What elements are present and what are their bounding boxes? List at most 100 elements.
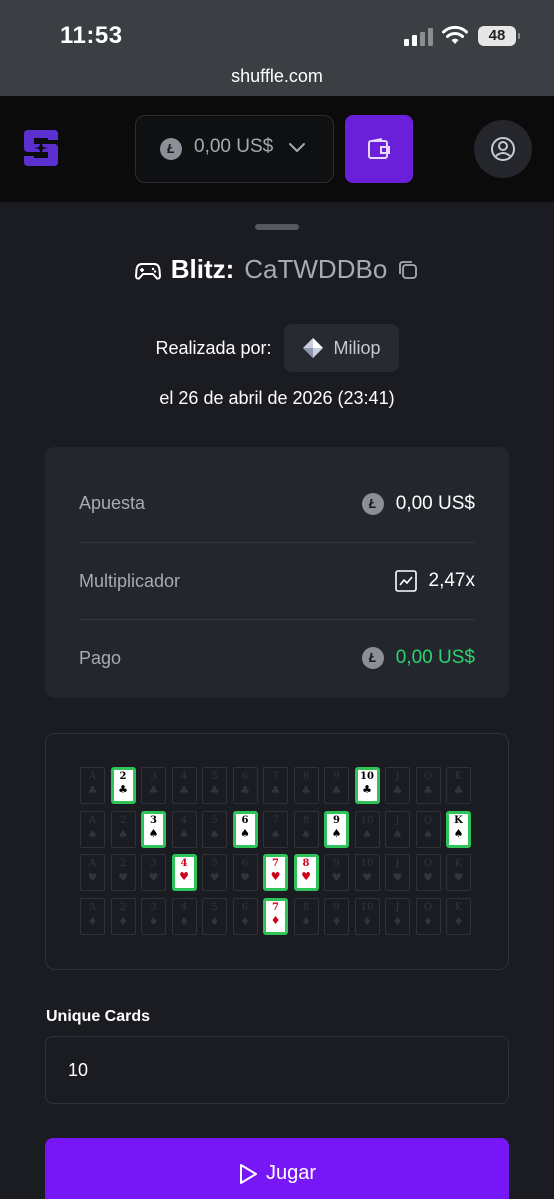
card-suit-icon: ♠ <box>87 827 98 841</box>
playing-card: 9 ♥ <box>324 854 349 891</box>
card-suit-icon: ♥ <box>362 871 372 884</box>
card-suit-icon: ♣ <box>301 784 311 797</box>
playing-card: 3 ♣ <box>141 767 166 804</box>
card-rank: 6 <box>241 901 249 913</box>
bet-id: CaTWDDBo <box>244 254 388 284</box>
playing-card: 6 ♦ <box>232 897 258 935</box>
card-rank: J <box>395 901 400 913</box>
card-rank: J <box>395 814 400 826</box>
card-suit-icon: ♦ <box>240 914 250 928</box>
card-rank: 7 <box>272 901 279 913</box>
stat-label: Multiplicador <box>79 570 181 591</box>
card-suit-icon: ♥ <box>392 871 403 884</box>
card-suit-icon: ♠ <box>331 826 342 840</box>
card-rank: 10 <box>360 771 374 782</box>
playing-card-selected: 9 ♠ <box>324 810 349 848</box>
playing-card: J ♥ <box>385 854 410 891</box>
card-suit-icon: ♥ <box>453 871 464 884</box>
unique-cards-label: Unique Cards <box>46 1008 151 1025</box>
card-suit-icon: ♣ <box>392 784 403 797</box>
card-suit-icon: ♠ <box>209 827 220 841</box>
card-suit-icon: ♣ <box>209 784 220 797</box>
playing-card: 3 ♦ <box>141 897 166 935</box>
account-button[interactable] <box>474 120 532 178</box>
card-suit-icon: ♣ <box>362 783 372 796</box>
playing-card: K ♣ <box>446 767 471 804</box>
card-rank: 6 <box>241 771 249 782</box>
status-bar: 11:53 48 <box>0 0 554 60</box>
play-button-label: Jugar <box>265 1162 317 1184</box>
card-rank: 7 <box>272 858 279 869</box>
playing-card-selected: 2 ♣ <box>110 767 136 804</box>
card-suit-icon: ♦ <box>148 914 159 928</box>
card-rank: 2 <box>119 901 127 913</box>
app-header: Ł 0,00 US$ <box>0 96 554 202</box>
playing-card: 8 ♦ <box>293 897 319 935</box>
playing-card: Q ♦ <box>415 897 441 935</box>
playing-card: 5 ♣ <box>202 767 227 804</box>
card-suit-icon: ♦ <box>453 914 464 928</box>
card-rank: A <box>88 814 97 826</box>
user-chip[interactable]: Miliop <box>283 324 399 372</box>
card-rank: 5 <box>211 771 218 782</box>
playing-card: 8 ♠ <box>293 810 319 848</box>
sheet-drag-handle[interactable] <box>255 224 299 230</box>
balance-selector[interactable]: Ł 0,00 US$ <box>135 115 334 183</box>
card-suit-icon: ♦ <box>270 913 281 927</box>
chevron-down-icon <box>289 143 305 152</box>
unique-cards-input[interactable] <box>45 1036 509 1104</box>
card-rank: 4 <box>180 814 188 826</box>
playing-card: A ♣ <box>80 767 105 804</box>
card-suit-icon: ♣ <box>87 784 98 797</box>
card-rank: Q <box>423 814 433 826</box>
card-suit-icon: ♣ <box>423 784 433 797</box>
card-suit-icon: ♥ <box>301 870 311 883</box>
card-suit-icon: ♣ <box>270 784 281 797</box>
card-rank: A <box>88 771 97 782</box>
playing-card: 9 ♦ <box>324 897 349 935</box>
shuffle-logo-icon[interactable] <box>22 128 60 168</box>
playing-card-selected: 10 ♣ <box>354 767 380 804</box>
card-rank: 9 <box>333 814 340 826</box>
card-suit-icon: ♠ <box>301 827 311 841</box>
playing-card: Q ♥ <box>415 854 441 891</box>
playing-card: K ♥ <box>446 854 471 891</box>
card-suit-icon: ♦ <box>301 914 311 928</box>
wallet-button[interactable] <box>345 115 413 183</box>
card-rank: 7 <box>272 771 279 782</box>
card-rank: 5 <box>211 858 218 869</box>
browser-url-bar[interactable]: shuffle.com <box>0 60 554 96</box>
card-suit-icon: ♦ <box>87 914 98 928</box>
card-rank: A <box>88 901 97 913</box>
copy-icon[interactable] <box>397 259 419 281</box>
play-button[interactable]: Jugar <box>45 1138 509 1199</box>
card-rank: 4 <box>180 901 188 913</box>
playing-card: 4 ♣ <box>171 767 197 804</box>
card-rank: 8 <box>302 814 310 826</box>
card-rank: 3 <box>150 858 157 869</box>
playing-card-selected: K ♠ <box>446 810 471 848</box>
playing-card-selected: 3 ♠ <box>141 810 166 848</box>
card-rank: 9 <box>333 901 340 913</box>
user-icon <box>491 137 515 161</box>
bet-amount: 0,00 US$ <box>395 492 475 514</box>
litecoin-icon: Ł <box>361 647 384 669</box>
card-rank: 8 <box>302 901 310 913</box>
wifi-icon <box>442 25 468 44</box>
card-rank: K <box>454 814 463 826</box>
card-rank: 9 <box>333 771 340 782</box>
playing-card-selected: 8 ♥ <box>293 854 319 891</box>
playing-card: Q ♣ <box>415 767 441 804</box>
card-rank: 9 <box>333 858 340 869</box>
cellular-signal-icon <box>404 28 434 46</box>
card-suit-icon: ♣ <box>331 784 342 797</box>
bet-title: Blitz: CaTWDDBo <box>0 254 554 290</box>
playing-card-selected: 4 ♥ <box>171 854 197 891</box>
wallet-icon <box>368 138 390 159</box>
playing-card: 4 ♦ <box>171 897 197 935</box>
playing-card: 10 ♥ <box>354 854 380 891</box>
card-suit-icon: ♠ <box>392 827 403 841</box>
card-suit-icon: ♦ <box>179 914 189 928</box>
play-button-content: Jugar <box>45 1162 509 1185</box>
playing-card: J ♦ <box>385 897 410 935</box>
